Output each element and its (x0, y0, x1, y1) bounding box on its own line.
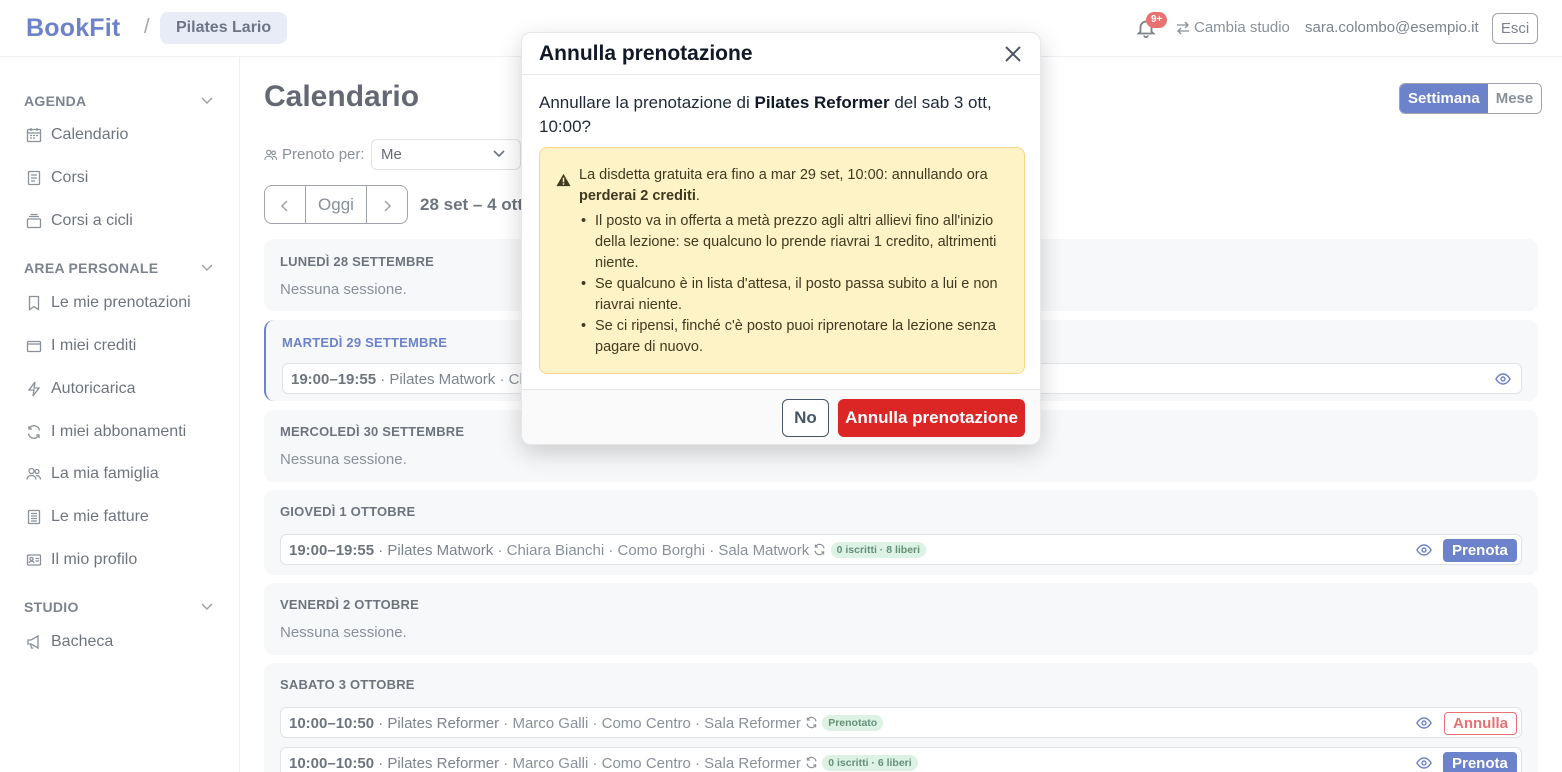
warning-list: Il posto va in offerta a metà prezzo agl… (579, 211, 1019, 358)
warning-suffix: . (695, 188, 700, 204)
dialog-header: Annulla prenotazione (522, 33, 1040, 75)
dialog-question: Annullare la prenotazione di Pilates Ref… (539, 91, 1019, 139)
dismiss-button[interactable]: No (782, 399, 829, 437)
dialog-title: Annulla prenotazione (539, 42, 753, 65)
warning-prefix: La disdetta gratuita era fino a mar 29 s… (579, 167, 988, 183)
app-root: BookFit / Pilates Lario 9+ Cambia studio… (0, 0, 1562, 772)
warning-bullet: Se ci ripensi, finché c'è posto puoi rip… (579, 316, 1019, 358)
warning-box: La disdetta gratuita era fino a mar 29 s… (539, 147, 1025, 374)
warning-icon (556, 173, 571, 187)
cancel-booking-dialog: Annulla prenotazione Annullare la prenot… (521, 32, 1041, 445)
question-prefix: Annullare la prenotazione di (539, 93, 755, 112)
warning-text: La disdetta gratuita era fino a mar 29 s… (579, 165, 1019, 207)
warning-bullet: Se qualcuno è in lista d'attesa, il post… (579, 274, 1019, 316)
warning-bullet: Il posto va in offerta a metà prezzo agl… (579, 211, 1019, 274)
warning-credits: perderai 2 crediti (579, 188, 696, 204)
question-course: Pilates Reformer (754, 93, 890, 112)
close-icon[interactable] (1003, 44, 1023, 64)
confirm-cancel-button[interactable]: Annulla prenotazione (838, 399, 1025, 437)
dialog-footer: No Annulla prenotazione (522, 389, 1040, 444)
